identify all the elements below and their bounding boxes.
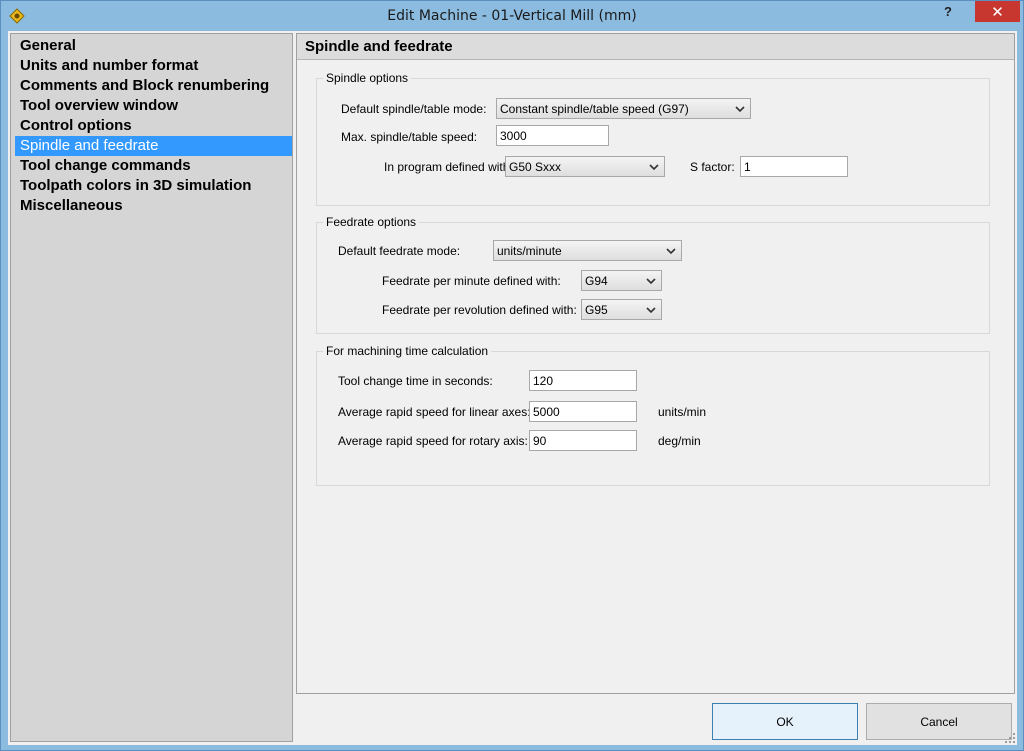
feedrate-options-group: Feedrate options Default feedrate mode: …: [316, 215, 990, 334]
max-speed-label: Max. spindle/table speed:: [341, 130, 478, 144]
defined-with-select[interactable]: G50 Sxxx: [505, 156, 665, 177]
chevron-down-icon: [666, 248, 676, 255]
feed-per-minute-select[interactable]: G94: [581, 270, 662, 291]
close-button[interactable]: ✕: [975, 1, 1020, 22]
panel-header: Spindle and feedrate: [297, 34, 1014, 60]
settings-category-list[interactable]: General Units and number format Comments…: [10, 33, 293, 742]
title-bar[interactable]: Edit Machine - 01-Vertical Mill (mm) ? ✕: [1, 1, 1023, 31]
close-icon: ✕: [991, 3, 1004, 21]
s-factor-value: 1: [744, 160, 751, 174]
settings-panel: Spindle and feedrate Spindle options Def…: [296, 33, 1015, 694]
s-factor-input[interactable]: 1: [740, 156, 848, 177]
machining-time-group: For machining time calculation Tool chan…: [316, 344, 990, 486]
spindle-mode-value: Constant spindle/table speed (G97): [500, 102, 689, 116]
nav-item-control-options[interactable]: Control options: [15, 116, 292, 136]
rotary-speed-label: Average rapid speed for rotary axis:: [338, 434, 528, 448]
spindle-mode-select[interactable]: Constant spindle/table speed (G97): [496, 98, 751, 119]
chevron-down-icon: [646, 278, 656, 285]
s-factor-label: S factor:: [690, 160, 735, 174]
spindle-options-group: Spindle options Default spindle/table mo…: [316, 71, 990, 206]
feed-per-revolution-label: Feedrate per revolution defined with:: [382, 303, 577, 317]
resize-grip-icon[interactable]: [1004, 732, 1016, 744]
feedrate-mode-value: units/minute: [497, 244, 562, 258]
feed-per-revolution-select[interactable]: G95: [581, 299, 662, 320]
nav-item-spindle-feedrate[interactable]: Spindle and feedrate: [15, 136, 292, 156]
tool-change-time-label: Tool change time in seconds:: [338, 374, 493, 388]
tool-change-time-input[interactable]: 120: [529, 370, 637, 391]
nav-item-units-number-format[interactable]: Units and number format: [15, 56, 292, 76]
chevron-down-icon: [735, 106, 745, 113]
nav-item-tool-change-commands[interactable]: Tool change commands: [15, 156, 292, 176]
chevron-down-icon: [646, 307, 656, 314]
rotary-speed-input[interactable]: 90: [529, 430, 637, 451]
max-speed-value: 3000: [500, 129, 527, 143]
rotary-speed-unit: deg/min: [658, 434, 701, 448]
linear-speed-label: Average rapid speed for linear axes:: [338, 405, 531, 419]
panel-title: Spindle and feedrate: [305, 38, 453, 55]
nav-item-tool-overview-window[interactable]: Tool overview window: [15, 96, 292, 116]
linear-speed-unit: units/min: [658, 405, 707, 419]
dialog-client-area: General Units and number format Comments…: [8, 31, 1017, 745]
defined-with-label: In program defined with:: [384, 160, 513, 174]
nav-item-general[interactable]: General: [15, 36, 292, 56]
defined-with-value: G50 Sxxx: [509, 160, 562, 174]
feed-per-minute-value: G94: [585, 274, 608, 288]
help-button[interactable]: ?: [935, 1, 961, 22]
machining-time-title: For machining time calculation: [323, 344, 492, 358]
linear-speed-input[interactable]: 5000: [529, 401, 637, 422]
feed-per-revolution-value: G95: [585, 303, 608, 317]
edit-machine-window: Edit Machine - 01-Vertical Mill (mm) ? ✕…: [0, 0, 1024, 751]
max-speed-input[interactable]: 3000: [496, 125, 609, 146]
nav-item-toolpath-colors[interactable]: Toolpath colors in 3D simulation: [15, 176, 292, 196]
rotary-speed-value: 90: [533, 434, 547, 448]
nav-item-miscellaneous[interactable]: Miscellaneous: [15, 196, 292, 216]
feedrate-options-title: Feedrate options: [323, 215, 420, 229]
chevron-down-icon: [649, 164, 659, 171]
tool-change-time-value: 120: [533, 374, 554, 388]
feedrate-mode-label: Default feedrate mode:: [338, 244, 461, 258]
feed-per-minute-label: Feedrate per minute defined with:: [382, 274, 561, 288]
cancel-button[interactable]: Cancel: [866, 703, 1012, 740]
nav-item-comments-block-renumbering[interactable]: Comments and Block renumbering: [15, 76, 292, 96]
feedrate-mode-select[interactable]: units/minute: [493, 240, 682, 261]
spindle-options-title: Spindle options: [323, 71, 412, 85]
window-title: Edit Machine - 01-Vertical Mill (mm): [387, 8, 637, 24]
ok-button[interactable]: OK: [712, 703, 858, 740]
spindle-mode-label: Default spindle/table mode:: [341, 102, 487, 116]
linear-speed-value: 5000: [533, 405, 560, 419]
